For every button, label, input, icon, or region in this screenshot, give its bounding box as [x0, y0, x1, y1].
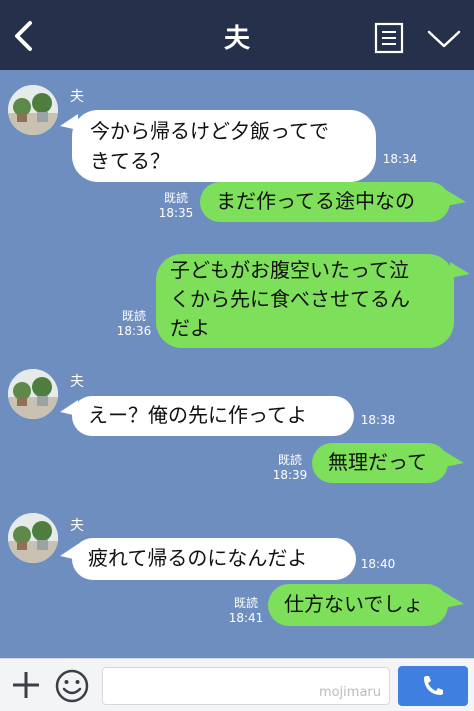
plant-photo-icon: [8, 369, 58, 419]
message-bubble[interactable]: 無理だって: [312, 443, 448, 483]
avatar[interactable]: [8, 85, 58, 135]
message-bubble[interactable]: 今から帰るけど夕飯ってで きてる？: [72, 110, 376, 182]
message-bubble[interactable]: 疲れて帰るのになんだよ: [72, 538, 356, 580]
bubble-tail: [446, 190, 466, 206]
message-line: きてる？: [90, 149, 170, 173]
bubble-tail: [444, 592, 464, 608]
sender-name: 夫: [70, 374, 84, 390]
chevron-down-icon[interactable]: [426, 28, 462, 50]
avatar[interactable]: [8, 369, 58, 419]
message-line: 今から帰るけど夕飯ってで: [90, 119, 329, 143]
bubble-tail: [450, 262, 470, 278]
avatar[interactable]: [8, 513, 58, 563]
message-line: えー？俺の先に作ってよ: [88, 403, 307, 427]
read-receipt: 既読 18:41: [228, 596, 264, 625]
message-bubble[interactable]: 子どもがお腹空いたって泣 くから先に食べさせてるん だよ: [156, 254, 454, 348]
read-receipt: 既読 18:39: [272, 453, 308, 482]
message-line: 子どもがお腹空いたって泣: [170, 258, 409, 282]
phone-icon: [424, 676, 443, 695]
read-receipt: 既読 18:35: [158, 191, 194, 220]
message-time: 18:34: [382, 152, 418, 166]
message-time: 18:38: [360, 413, 396, 427]
message-list[interactable]: 夫 今から帰るけど夕飯ってで きてる？ 18:34 既読 18:35 まだ作って…: [0, 70, 474, 658]
plant-photo-icon: [8, 85, 58, 135]
watermark: mojimaru: [318, 685, 381, 700]
smiley-icon[interactable]: [54, 668, 90, 704]
input-bar: mojimaru: [0, 658, 474, 711]
message-input[interactable]: mojimaru: [102, 667, 390, 705]
call-button[interactable]: [398, 666, 468, 706]
message-bubble[interactable]: まだ作ってる途中なの: [200, 182, 450, 222]
message-line: くから先に食べさせてるん: [170, 287, 410, 311]
sender-name: 夫: [70, 518, 84, 534]
message-line: まだ作ってる途中なの: [216, 189, 415, 213]
sender-name: 夫: [70, 89, 84, 105]
message-bubble[interactable]: 仕方ないでしょ: [268, 584, 448, 626]
note-list-icon[interactable]: [374, 22, 404, 54]
chat-header: 夫: [0, 0, 474, 70]
plus-icon[interactable]: [10, 669, 42, 701]
message-line: 疲れて帰るのになんだよ: [88, 546, 308, 570]
message-line: 仕方ないでしょ: [284, 592, 424, 616]
message-bubble[interactable]: えー？俺の先に作ってよ: [72, 396, 354, 436]
bubble-tail: [444, 451, 464, 467]
message-line: だよ: [170, 316, 210, 340]
plant-photo-icon: [8, 513, 58, 563]
read-receipt: 既読 18:36: [116, 309, 152, 338]
message-line: 無理だって: [328, 450, 427, 474]
message-time: 18:40: [360, 557, 396, 571]
